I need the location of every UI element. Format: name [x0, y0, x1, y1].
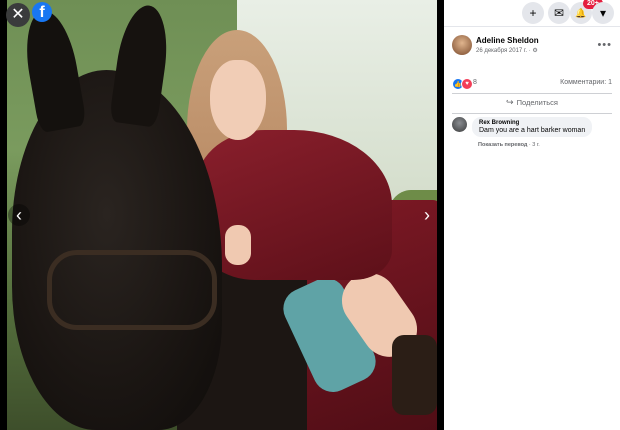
messenger-button[interactable]: ✉ — [548, 2, 570, 24]
account-menu-button[interactable]: ▾ — [592, 2, 614, 24]
close-button[interactable]: ✕ — [6, 3, 30, 27]
close-icon: ✕ — [11, 6, 25, 23]
share-label: Поделиться — [516, 98, 558, 107]
bell-icon: 🔔 — [575, 7, 587, 18]
create-button[interactable]: + — [522, 2, 544, 24]
reaction-count[interactable]: 8 — [473, 79, 477, 86]
share-icon: ↪ — [506, 97, 514, 107]
share-button[interactable]: ↪ Поделиться — [452, 97, 612, 111]
facebook-logo-icon[interactable]: f — [32, 2, 52, 22]
next-photo-button[interactable]: › — [416, 204, 438, 226]
comment-time[interactable]: · 3 г. — [527, 142, 540, 148]
avatar[interactable] — [452, 117, 467, 132]
comments-count[interactable]: Комментарии: 1 — [560, 79, 612, 86]
comment-text: Dam you are a hart barker woman — [479, 127, 586, 134]
comment-actions: Показать перевод · 3 г. — [478, 142, 540, 148]
top-toolbar: + ✉ 🔔 20+ ▾ — [444, 0, 620, 27]
love-reaction-icon: ♥ — [461, 78, 473, 90]
post-photo[interactable] — [7, 0, 437, 430]
post-header: Adeline Sheldon 26 декабря 2017 г. · ⚙ •… — [452, 35, 612, 59]
chevron-right-icon: › — [424, 204, 430, 225]
author-name[interactable]: Adeline Sheldon — [476, 36, 539, 45]
show-translation-link[interactable]: Показать перевод — [478, 142, 527, 148]
chevron-left-icon: ‹ — [16, 204, 22, 225]
previous-photo-button[interactable]: ‹ — [8, 204, 30, 226]
post-side-panel: + ✉ 🔔 20+ ▾ Adeline Sheldon 26 декабря 2… — [444, 0, 620, 430]
reactions-summary: 👍 ♥ 8 Комментарии: 1 — [452, 78, 612, 90]
privacy-icon: ⚙ — [532, 48, 538, 54]
post-date[interactable]: 26 декабря 2017 г. · ⚙ — [476, 47, 538, 54]
more-options-icon[interactable]: ••• — [597, 39, 612, 51]
divider — [452, 93, 612, 94]
photo-viewer: ✕ f ‹ › — [0, 0, 443, 430]
avatar[interactable] — [452, 35, 472, 55]
comment-author[interactable]: Rex Browning — [479, 120, 585, 126]
divider — [452, 113, 612, 114]
caret-down-icon: ▾ — [599, 6, 607, 20]
messenger-icon: ✉ — [553, 6, 565, 20]
reaction-icons[interactable]: 👍 ♥ — [452, 78, 473, 90]
plus-icon: + — [529, 6, 537, 20]
comment-bubble: Rex Browning Dam you are a hart barker w… — [472, 117, 593, 137]
